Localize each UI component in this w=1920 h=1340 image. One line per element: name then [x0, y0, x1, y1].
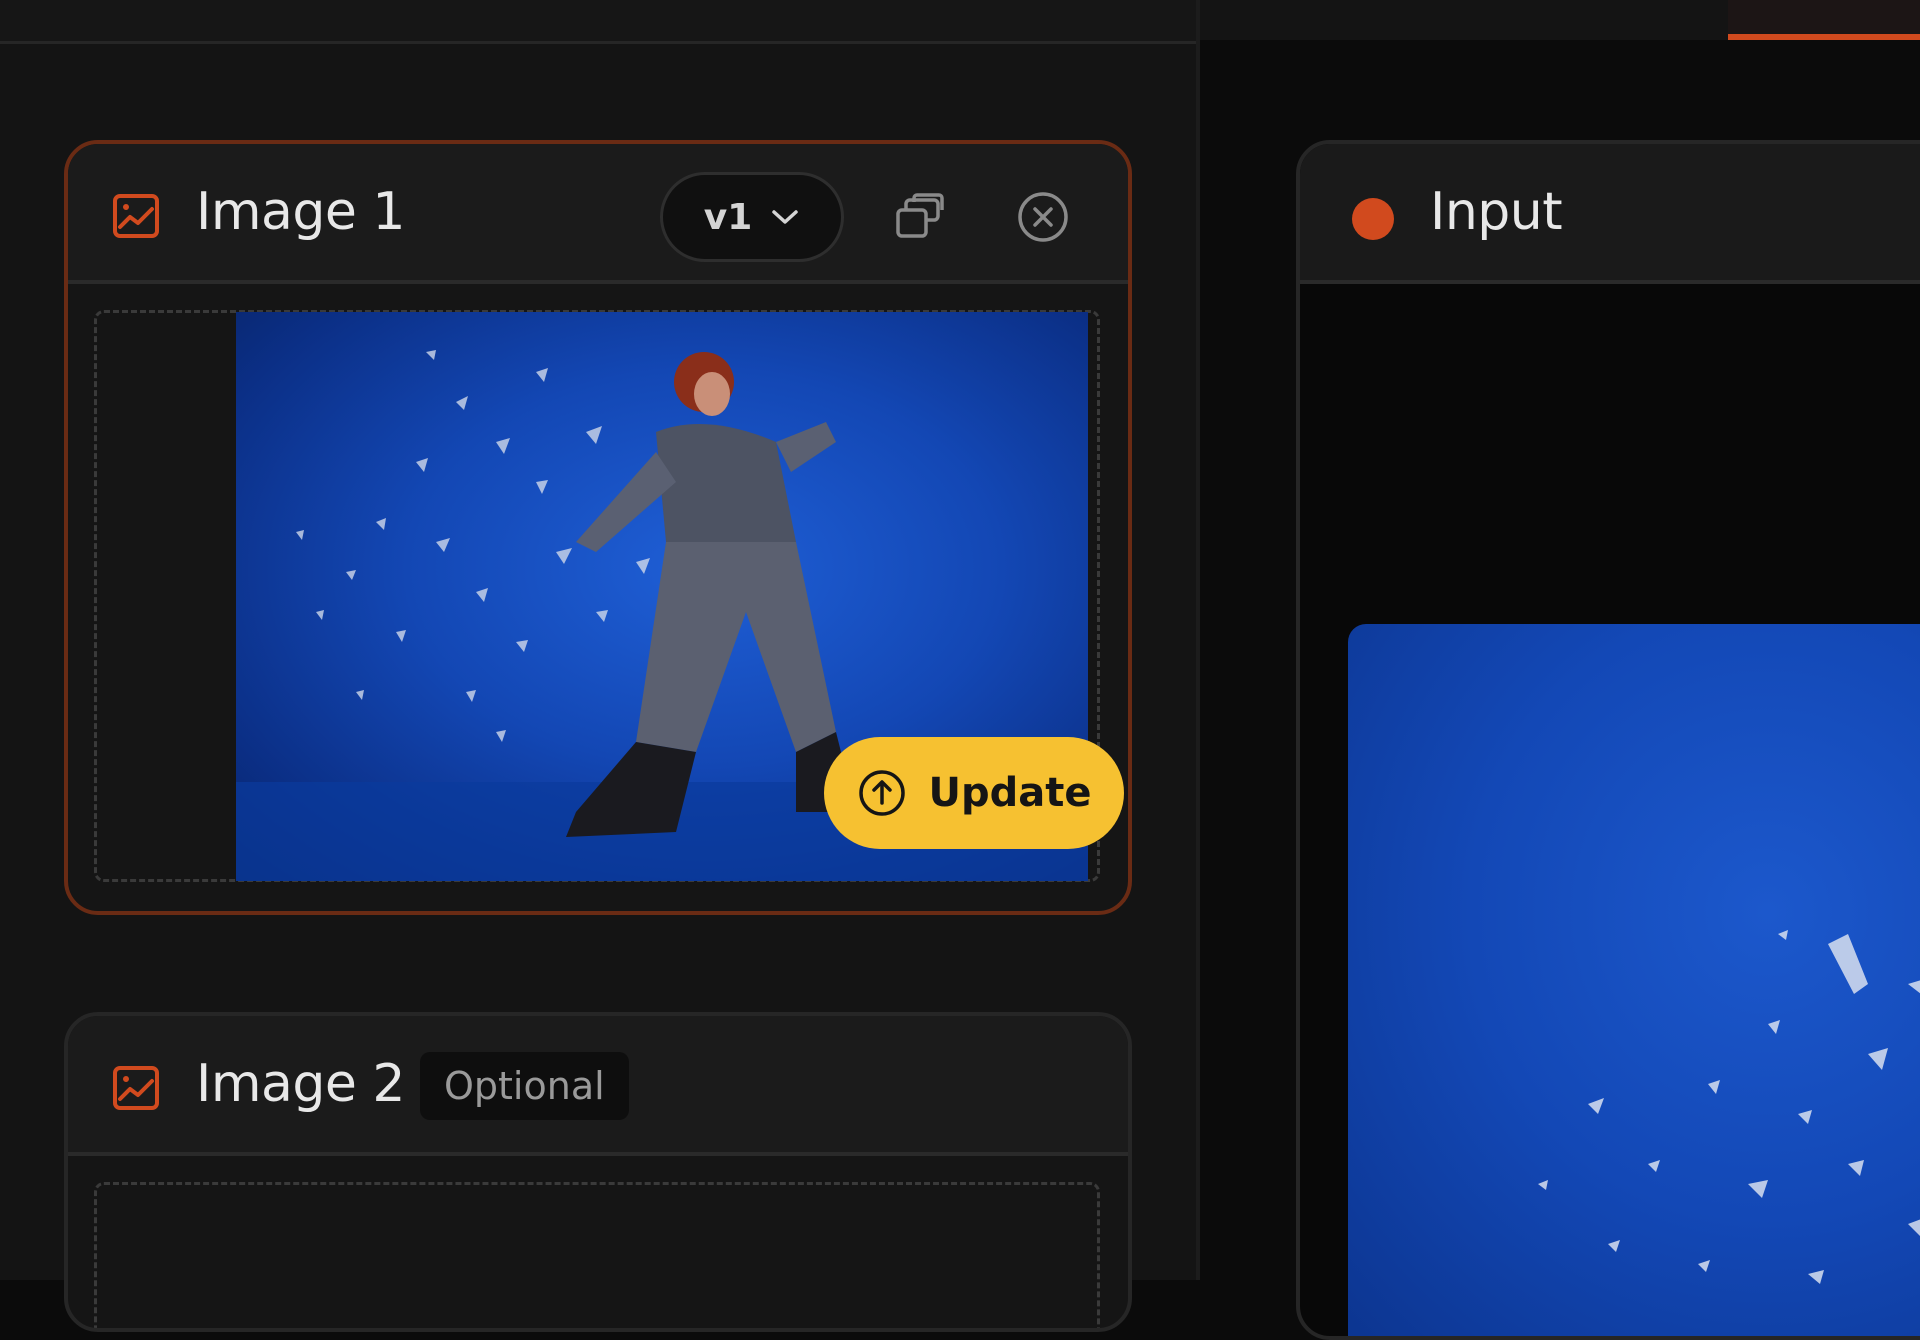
image-1-card[interactable]: Image 1 v1 Update: [64, 140, 1132, 915]
update-button[interactable]: Update: [824, 737, 1124, 849]
close-circle-icon[interactable]: [1016, 190, 1070, 244]
input-photo-illustration: [1538, 930, 1920, 1284]
status-dot: [1352, 198, 1394, 240]
right-toolbar: [1200, 0, 1920, 40]
image-icon: [113, 1066, 159, 1110]
image-1-card-header: Image 1 v1: [68, 144, 1128, 284]
input-image-preview: [1348, 624, 1920, 1336]
optional-badge: Optional: [420, 1052, 629, 1120]
version-dropdown[interactable]: v1: [660, 172, 844, 262]
image-2-card[interactable]: Image 2 Optional: [64, 1012, 1132, 1332]
chevron-down-icon: [772, 210, 798, 224]
active-tab[interactable]: [1728, 0, 1920, 40]
left-toolbar: [0, 0, 1196, 44]
image-2-title: Image 2: [196, 1054, 405, 1114]
input-card-header: Input: [1300, 144, 1920, 284]
version-label: v1: [703, 196, 753, 238]
upload-circle-icon: [858, 770, 905, 816]
update-label: Update: [928, 770, 1092, 816]
image-2-card-header: Image 2 Optional: [68, 1016, 1128, 1156]
image-1-title: Image 1: [196, 182, 405, 242]
input-title: Input: [1430, 182, 1563, 242]
canvas-panel: Input: [1200, 0, 1920, 1340]
copy-icon[interactable]: [894, 192, 946, 242]
inputs-panel: Image 1 v1 Update Image 2 Optional: [0, 0, 1196, 1332]
input-node-card[interactable]: Input: [1296, 140, 1920, 1340]
image-2-drop-zone[interactable]: [94, 1182, 1100, 1328]
image-icon: [113, 194, 159, 238]
